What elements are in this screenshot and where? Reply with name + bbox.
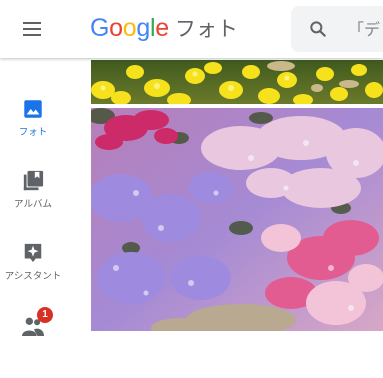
sidebar-item-photos[interactable]: フォト — [0, 98, 66, 162]
search-bar[interactable] — [291, 6, 383, 52]
hamburger-menu-icon — [23, 22, 41, 24]
hamburger-menu-icon-bar — [23, 28, 41, 30]
logo-letter: e — [155, 13, 169, 42]
sidebar-item-label: アルバム — [14, 199, 52, 210]
logo-letter: o — [122, 13, 137, 42]
yellow-flowers-photo — [91, 60, 383, 104]
sidebar-item-sharing[interactable]: 1 — [0, 307, 66, 378]
logo-letter: o — [109, 13, 123, 42]
google-photos-logo[interactable]: Google フォト — [90, 12, 238, 44]
sidebar-item-label: フォト — [18, 127, 48, 138]
product-name: フォト — [174, 17, 238, 41]
sidebar-item-label: アシスタント — [4, 271, 62, 282]
search-input[interactable] — [348, 17, 383, 41]
photo-icon — [24, 100, 42, 118]
app-header: Google フォト — [0, 0, 383, 58]
phlox-flowers-photo — [91, 108, 383, 331]
photo-thumbnail-yellow-flowers[interactable] — [91, 60, 383, 104]
sidebar-item-assistant[interactable]: アシスタント — [0, 242, 66, 306]
logo-letter: g — [136, 13, 150, 42]
logo-letter: G — [90, 13, 110, 42]
album-icon — [23, 170, 44, 191]
notification-badge: 1 — [37, 307, 53, 323]
sidebar-nav: フォト アルバム アシスタント 1 — [0, 58, 66, 336]
sidebar-item-albums[interactable]: アルバム — [0, 170, 66, 234]
main-menu-button[interactable] — [22, 19, 44, 39]
assistant-icon — [24, 243, 42, 263]
photo-thumbnail-phlox-flowers[interactable] — [91, 108, 383, 331]
hamburger-menu-icon-bar — [23, 34, 41, 36]
google-wordmark: Google — [90, 14, 169, 43]
search-icon[interactable] — [308, 19, 328, 39]
